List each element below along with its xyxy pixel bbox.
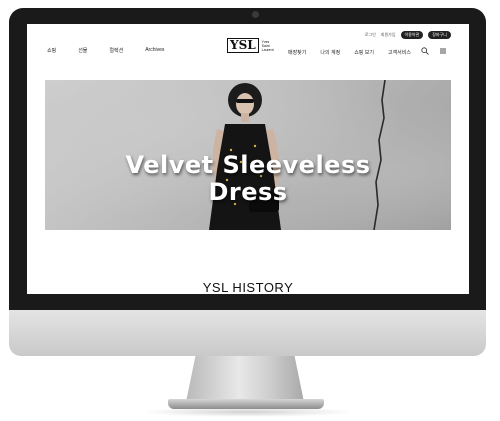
nav-my-account[interactable]: 나의 계정: [320, 49, 340, 56]
hero-title-line-2: Dress: [208, 178, 288, 206]
primary-nav: 쇼핑 선물 컬렉션 Archives: [47, 47, 186, 54]
menu-icon[interactable]: [439, 47, 447, 57]
hero-title-line-1: Velvet Sleeveless: [125, 151, 371, 179]
nav-shopping[interactable]: 쇼핑: [47, 47, 56, 54]
hero-banner[interactable]: Velvet Sleeveless Dress: [45, 80, 451, 230]
browser-screen: 로그인 회원가입 이용약관 장바구니 쇼핑 선물 컬렉션 Archives YS…: [27, 24, 469, 294]
cart-pill[interactable]: 장바구니: [428, 31, 451, 39]
ysl-history-heading: YSL HISTORY: [202, 280, 294, 294]
logo-mark: YSL: [227, 38, 259, 53]
monitor-chin: [9, 310, 486, 356]
hero-title: Velvet Sleeveless Dress: [45, 152, 451, 206]
logo-line-3: Laurent: [261, 47, 274, 52]
camera-icon: [252, 11, 259, 18]
nav-gift[interactable]: 선물: [78, 47, 87, 54]
secondary-nav: 매장찾기 나의 계정 쇼핑 보기 고객서비스: [274, 47, 447, 57]
nav-customer-service[interactable]: 고객서비스: [388, 49, 411, 56]
nav-view-shopping[interactable]: 쇼핑 보기: [354, 49, 374, 56]
login-link[interactable]: 로그인: [365, 32, 376, 38]
logo-wordmark: Yves Saint Laurent: [262, 40, 274, 52]
nav-archives[interactable]: Archives: [145, 47, 164, 54]
search-icon[interactable]: [421, 47, 429, 57]
terms-pill[interactable]: 이용약관: [400, 31, 424, 39]
stand-base: [168, 399, 324, 409]
monitor-stand: [186, 356, 304, 402]
utility-bar: 로그인 회원가입 이용약관 장바구니: [365, 31, 451, 39]
brand-logo[interactable]: YSL Yves Saint Laurent: [227, 38, 274, 53]
imac-mockup: 로그인 회원가입 이용약관 장바구니 쇼핑 선물 컬렉션 Archives YS…: [0, 0, 500, 421]
signup-link[interactable]: 회원가입: [381, 32, 396, 38]
nav-collection[interactable]: 컬렉션: [109, 47, 123, 54]
nav-store-finder[interactable]: 매장찾기: [288, 49, 306, 56]
